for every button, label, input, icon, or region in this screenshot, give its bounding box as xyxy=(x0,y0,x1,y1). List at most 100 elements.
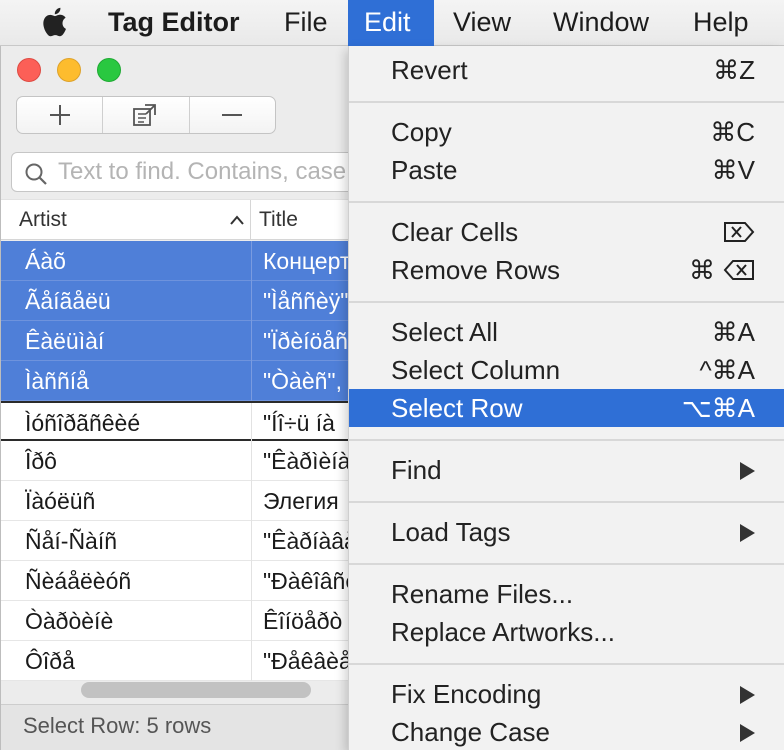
menu-item-remove-rows[interactable]: Remove Rows ⌘ xyxy=(349,251,784,289)
cell-artist[interactable]: Ïàóëüñ xyxy=(25,481,249,521)
table-row[interactable]: Ñèáåëèóñ "Ðàêîâñêèé" xyxy=(1,561,361,601)
export-button[interactable] xyxy=(103,97,190,133)
cell-title[interactable]: "Êàðìèíà" xyxy=(263,441,361,481)
submenu-arrow-icon xyxy=(740,686,755,704)
submenu-arrow-icon xyxy=(740,524,755,542)
menu-separator xyxy=(349,663,784,665)
column-divider xyxy=(251,561,252,601)
cell-artist[interactable]: Òàðòèíè xyxy=(25,601,249,641)
plus-icon xyxy=(49,105,70,125)
sort-ascending-icon xyxy=(230,215,244,225)
cell-title[interactable]: "Ìåññèÿ" xyxy=(263,281,361,321)
menu-item-revert[interactable]: Revert ⌘Z xyxy=(349,51,784,89)
table-row[interactable]: Êàëüìàí "Ïðèíöåññà" xyxy=(1,321,361,361)
menu-separator xyxy=(349,501,784,503)
cell-artist[interactable]: Ôîðå xyxy=(25,641,249,681)
tag-table: Áàõ Концерт Ãåíãåëü "Ìåññèÿ" Êàëüìàí "Ïðèíöåñ… xyxy=(1,241,361,681)
cell-title[interactable]: Элегия xyxy=(263,481,361,521)
menu-item-copy[interactable]: Copy ⌘C xyxy=(349,113,784,151)
menu-separator xyxy=(349,201,784,203)
menu-file[interactable]: File xyxy=(268,0,344,46)
cell-title[interactable]: "Êàðíàâàë" xyxy=(263,521,361,561)
menu-view[interactable]: View xyxy=(437,0,527,46)
zoom-window-button[interactable] xyxy=(97,58,121,82)
cell-artist[interactable]: Ìóñîðãñêèé xyxy=(25,403,249,443)
table-row[interactable]: Ñåí-Ñàíñ "Êàðíàâàë" xyxy=(1,521,361,561)
menu-item-find[interactable]: Find xyxy=(349,451,784,489)
search-icon xyxy=(25,163,47,185)
menu-window[interactable]: Window xyxy=(537,0,665,46)
column-header-artist[interactable]: Artist xyxy=(11,200,251,240)
table-row[interactable]: Áàõ Концерт xyxy=(1,241,361,281)
shortcut-select-column: ^⌘A xyxy=(699,355,755,385)
cell-title[interactable]: "Íî÷ü íà xyxy=(263,403,361,443)
cell-title[interactable]: "Ïðèíöåññà" xyxy=(263,321,361,361)
column-header-title[interactable]: Title xyxy=(251,200,361,240)
column-divider xyxy=(251,361,252,401)
column-divider xyxy=(251,441,252,481)
menu-item-clear-cells[interactable]: Clear Cells xyxy=(349,213,784,251)
column-divider xyxy=(251,281,252,321)
minus-icon xyxy=(222,114,243,116)
toolbar-segmented-control xyxy=(16,96,276,134)
menu-separator xyxy=(349,101,784,103)
column-divider xyxy=(251,241,252,281)
table-row[interactable]: Ãåíãåëü "Ìåññèÿ" xyxy=(1,281,361,321)
delete-forward-icon xyxy=(724,222,755,242)
menu-separator xyxy=(349,563,784,565)
cell-artist[interactable]: Îðô xyxy=(25,441,249,481)
cell-artist[interactable]: Êàëüìàí xyxy=(25,321,249,361)
column-divider xyxy=(251,403,252,443)
column-divider xyxy=(251,601,252,641)
cell-artist[interactable]: Ìàññíå xyxy=(25,361,249,401)
cell-artist[interactable]: Ñèáåëèóñ xyxy=(25,561,249,601)
column-divider xyxy=(251,521,252,561)
menu-app-name[interactable]: Tag Editor xyxy=(92,0,256,46)
cell-artist[interactable]: Áàõ xyxy=(25,241,249,281)
status-text: Select Row: 5 rows xyxy=(23,713,212,738)
cell-title[interactable]: "Ðåêâèåì" xyxy=(263,641,361,681)
column-divider xyxy=(251,321,252,361)
menu-item-change-case[interactable]: Change Case xyxy=(349,713,784,750)
menu-item-select-row[interactable]: Select Row ⌥⌘A xyxy=(349,389,784,427)
table-row[interactable]: Òàðòèíè Êîíöåðò xyxy=(1,601,361,641)
minimize-window-button[interactable] xyxy=(57,58,81,82)
apple-logo-icon[interactable] xyxy=(40,5,70,39)
menu-separator xyxy=(349,439,784,441)
cell-artist[interactable]: Ñåí-Ñàíñ xyxy=(25,521,249,561)
table-row[interactable]: Îðô "Êàðìèíà" xyxy=(1,441,361,481)
menu-item-replace-artworks[interactable]: Replace Artworks... xyxy=(349,613,784,651)
menu-help[interactable]: Help xyxy=(677,0,765,46)
search-input[interactable] xyxy=(58,157,358,187)
edit-menu-dropdown: Revert ⌘Z Copy ⌘C Paste ⌘V Clear Cells R… xyxy=(348,46,784,750)
submenu-arrow-icon xyxy=(740,462,755,480)
menu-separator xyxy=(349,301,784,303)
menu-item-load-tags[interactable]: Load Tags xyxy=(349,513,784,551)
shortcut-revert: ⌘Z xyxy=(713,55,755,85)
menu-item-fix-encoding[interactable]: Fix Encoding xyxy=(349,675,784,713)
cell-title[interactable]: Êîíöåðò xyxy=(263,601,361,641)
table-row[interactable]: Ïàóëüñ Элегия xyxy=(1,481,361,521)
close-window-button[interactable] xyxy=(17,58,41,82)
table-row[interactable]: Ìóñîðãñêèé "Íî÷ü íà xyxy=(1,401,361,443)
horizontal-scrollbar[interactable] xyxy=(81,682,311,698)
menu-item-paste[interactable]: Paste ⌘V xyxy=(349,151,784,189)
table-row[interactable]: Ôîðå "Ðåêâèåì" xyxy=(1,641,361,681)
menu-edit[interactable]: Edit xyxy=(348,0,434,46)
cell-artist[interactable]: Ãåíãåëü xyxy=(25,281,249,321)
tag-editor-window: Artist Title ÁàõКонцертÃåíãåëü"Ìåññèÿ"Êà… xyxy=(0,46,371,750)
table-row[interactable]: Ìàññíå "Òàèñ", xyxy=(1,361,361,401)
cell-title[interactable]: "Ðàêîâñêèé" xyxy=(263,561,361,601)
menu-item-select-all[interactable]: Select All ⌘A xyxy=(349,313,784,351)
menu-item-rename-files[interactable]: Rename Files... xyxy=(349,575,784,613)
export-icon xyxy=(133,104,156,126)
menu-item-select-column[interactable]: Select Column ^⌘A xyxy=(349,351,784,389)
shortcut-copy: ⌘C xyxy=(710,117,755,147)
shortcut-paste: ⌘V xyxy=(711,155,755,185)
cell-title[interactable]: "Òàèñ", xyxy=(263,361,361,401)
add-row-button[interactable] xyxy=(17,97,104,133)
table-header: Artist Title xyxy=(1,199,361,240)
remove-row-button[interactable] xyxy=(190,97,275,133)
submenu-arrow-icon xyxy=(740,724,755,742)
cell-title[interactable]: Концерт xyxy=(263,241,361,281)
